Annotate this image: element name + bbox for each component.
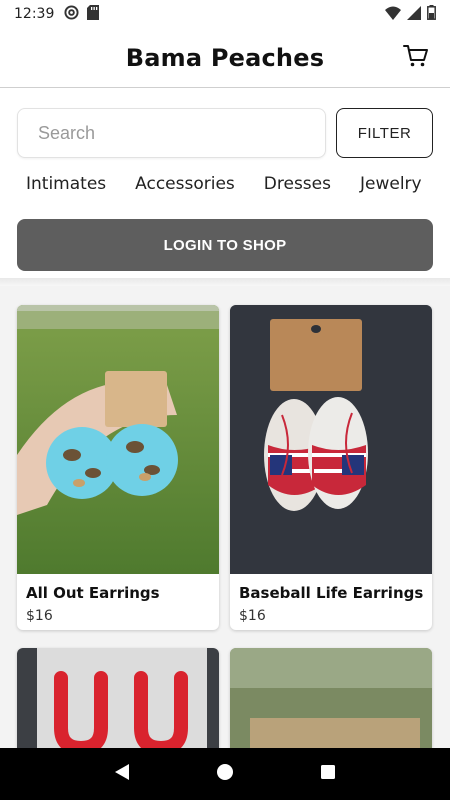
status-bar: 12:39	[0, 0, 450, 28]
search-input[interactable]	[17, 108, 326, 158]
product-image	[17, 305, 219, 574]
product-card[interactable]: All Out Earrings $16	[17, 305, 219, 630]
status-time: 12:39	[14, 6, 55, 22]
signal-icon	[407, 5, 421, 23]
product-price: $16	[239, 608, 266, 624]
sd-card-icon	[87, 5, 100, 23]
home-button[interactable]	[213, 762, 237, 786]
system-nav-bar	[0, 748, 450, 800]
divider	[0, 278, 450, 286]
category-tab-dresses[interactable]: Dresses	[264, 174, 331, 204]
category-tabs: Intimates Accessories Dresses Jewelry Bo	[0, 174, 450, 204]
category-tab-accessories[interactable]: Accessories	[135, 174, 235, 204]
product-name: Baseball Life Earrings	[239, 584, 424, 602]
product-card[interactable]	[230, 648, 432, 748]
product-image	[230, 648, 432, 748]
home-icon	[216, 763, 234, 786]
product-image	[230, 305, 432, 574]
cart-button[interactable]	[402, 44, 430, 72]
app-header: Bama Peaches	[0, 28, 450, 88]
battery-icon	[427, 5, 436, 23]
wifi-icon	[385, 6, 401, 23]
product-price: $16	[26, 608, 53, 624]
product-name: All Out Earrings	[26, 584, 160, 602]
category-tab-intimates[interactable]: Intimates	[26, 174, 106, 204]
product-grid: All Out Earrings $16 Baseball Life Earri…	[0, 286, 450, 748]
at-sign-icon	[64, 5, 79, 23]
product-image	[17, 648, 219, 748]
recents-icon	[320, 764, 336, 785]
page-title: Bama Peaches	[125, 43, 325, 72]
product-card[interactable]: Baseball Life Earrings $16	[230, 305, 432, 630]
search-row: FILTER	[17, 108, 433, 160]
back-button[interactable]	[110, 762, 134, 786]
category-tab-jewelry[interactable]: Jewelry	[360, 174, 422, 204]
login-to-shop-button[interactable]: LOGIN TO SHOP	[17, 219, 433, 271]
recents-button[interactable]	[316, 762, 340, 786]
cart-icon	[403, 44, 429, 73]
filter-button[interactable]: FILTER	[336, 108, 433, 158]
product-card[interactable]	[17, 648, 219, 748]
back-icon	[114, 763, 130, 786]
